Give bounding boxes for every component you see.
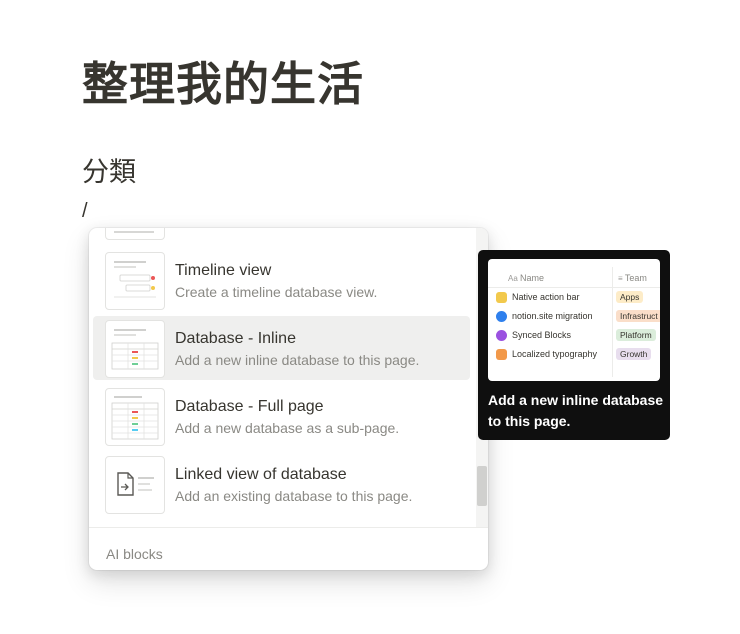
database-inline-thumbnail-icon bbox=[105, 320, 165, 378]
preview-row-name: Synced Blocks bbox=[512, 330, 572, 340]
menu-item-description: Create a timeline database view. bbox=[175, 284, 378, 300]
block-preview-tooltip: Aa Name ≡ Team Native action bar Apps no… bbox=[478, 250, 670, 440]
menu-item-timeline-view[interactable]: Timeline view Create a timeline database… bbox=[93, 248, 470, 312]
preview-tag: Apps bbox=[616, 291, 644, 303]
text-property-icon: Aa bbox=[508, 274, 521, 283]
preview-row-name: Native action bar bbox=[512, 292, 580, 302]
menu-item-description: Add an existing database to this page. bbox=[175, 488, 413, 504]
section-heading[interactable]: 分類 bbox=[82, 150, 136, 189]
menu-divider bbox=[89, 527, 488, 528]
preview-col-name: Aa Name bbox=[508, 273, 545, 283]
menu-item-database-inline[interactable]: Database - Inline Add a new inline datab… bbox=[93, 316, 470, 380]
section-label-ai-blocks: AI blocks bbox=[106, 546, 163, 562]
menu-item-title: Database - Full page bbox=[175, 398, 324, 415]
preview-row: Localized typography Growth bbox=[488, 346, 660, 365]
tooltip-description: Add a new inline database to this page. bbox=[488, 392, 664, 429]
preview-col-team: ≡ Team bbox=[618, 273, 647, 283]
database-full-page-thumbnail-icon bbox=[105, 388, 165, 446]
globe-icon bbox=[496, 311, 507, 322]
pencil-icon bbox=[496, 292, 507, 303]
preview-tag: Platform bbox=[616, 329, 656, 341]
menu-item-title: Database - Inline bbox=[175, 330, 296, 347]
preview-tag: Growth bbox=[616, 348, 652, 360]
preview-row: Native action bar Apps bbox=[488, 289, 660, 308]
crystal-ball-icon bbox=[496, 330, 507, 341]
ab-icon bbox=[496, 349, 507, 360]
list-property-icon: ≡ bbox=[618, 274, 625, 283]
menu-item-title: Timeline view bbox=[175, 262, 272, 279]
menu-list: Timeline view Create a timeline database… bbox=[89, 228, 476, 528]
preview-row-name: Localized typography bbox=[512, 349, 598, 359]
preview-header-divider bbox=[488, 287, 660, 288]
timeline-thumbnail-icon bbox=[105, 252, 165, 310]
preview-row-name: notion.site migration bbox=[512, 311, 593, 321]
scrollbar-thumb[interactable] bbox=[477, 466, 487, 506]
menu-item-linked-view[interactable]: Linked view of database Add an existing … bbox=[93, 452, 470, 516]
slash-command-menu: Timeline view Create a timeline database… bbox=[89, 228, 488, 570]
preview-row: notion.site migration Infrastruct bbox=[488, 308, 660, 327]
page-title[interactable]: 整理我的生活 bbox=[82, 48, 364, 114]
linked-database-icon bbox=[105, 456, 165, 514]
menu-item-database-full-page[interactable]: Database - Full page Add a new database … bbox=[93, 384, 470, 448]
preview-row: Synced Blocks Platform bbox=[488, 327, 660, 346]
previous-item-thumbnail bbox=[105, 228, 165, 240]
slash-command-text[interactable]: / bbox=[82, 200, 88, 223]
menu-item-description: Add a new database as a sub-page. bbox=[175, 420, 400, 436]
database-preview: Aa Name ≡ Team Native action bar Apps no… bbox=[488, 259, 660, 381]
preview-tag: Infrastruct bbox=[616, 310, 660, 322]
menu-item-description: Add a new inline database to this page. bbox=[175, 352, 420, 368]
menu-item-title: Linked view of database bbox=[175, 466, 347, 483]
